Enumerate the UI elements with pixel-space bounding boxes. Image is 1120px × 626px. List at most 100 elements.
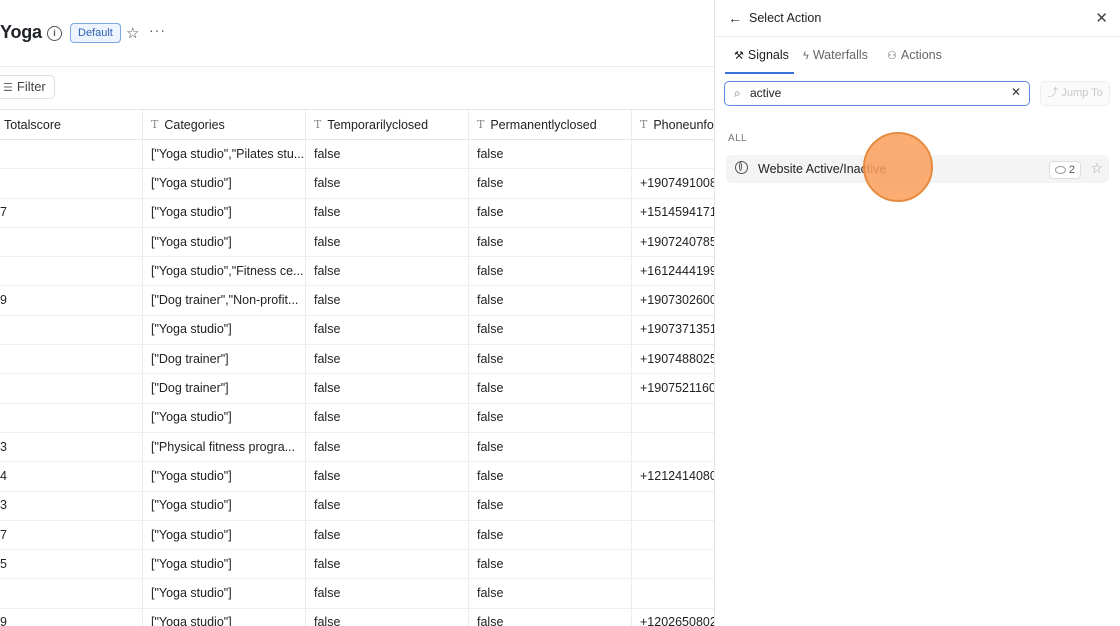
jump-to-button[interactable]: ⤴ Jump To — [1040, 81, 1110, 106]
table-cell[interactable]: +1202650802 — [632, 608, 714, 626]
table-cell[interactable]: +1907240785 — [632, 227, 714, 256]
table-cell[interactable]: false — [306, 344, 469, 374]
table-cell[interactable]: +19073713518 — [632, 315, 714, 344]
table-cell[interactable]: +1612444199 — [632, 256, 714, 285]
table-cell[interactable]: false — [469, 402, 632, 432]
table-row[interactable]: ["Yoga studio"]falsefalse+19073713518 — [0, 314, 714, 346]
table-cell[interactable] — [0, 314, 143, 345]
table-cell[interactable]: false — [469, 168, 632, 198]
table-cell[interactable] — [632, 520, 714, 549]
column-header[interactable]: T Temporarilyclosed — [306, 110, 469, 139]
table-row[interactable]: ["Dog trainer"]falsefalse+19075211606 — [0, 373, 714, 404]
table-cell[interactable]: false — [306, 461, 469, 491]
table-cell[interactable] — [0, 256, 143, 286]
table-cell[interactable]: ["Yoga studio","Fitness ce... — [143, 256, 306, 286]
table-cell[interactable] — [0, 402, 143, 432]
table-cell[interactable]: false — [469, 139, 632, 169]
column-header[interactable]: T Permanentlyclosed — [469, 110, 632, 139]
column-header[interactable]: Totalscore — [0, 110, 143, 139]
back-arrow-icon[interactable]: ← — [728, 10, 742, 26]
table-row[interactable]: 4["Yoga studio"]falsefalse+12124140800 — [0, 461, 714, 492]
table-cell[interactable] — [632, 579, 714, 608]
table-cell[interactable]: false — [306, 402, 469, 432]
table-row[interactable]: ["Yoga studio"] false false — [0, 402, 714, 433]
favorite-star-icon[interactable]: ☆ — [1090, 160, 1103, 177]
table-cell[interactable]: false — [306, 607, 469, 626]
table-cell[interactable]: false — [469, 432, 632, 462]
table-cell[interactable]: ["Dog trainer","Non-profit... — [143, 285, 306, 315]
more-options-icon[interactable]: ··· — [149, 22, 166, 38]
table-cell[interactable]: +12124140800 — [632, 461, 714, 490]
info-icon[interactable]: i — [47, 26, 62, 41]
table-row[interactable]: ["Dog trainer"] false false +1907488025 — [0, 344, 714, 375]
table-cell[interactable]: ["Yoga studio"] — [143, 197, 306, 227]
table-cell[interactable]: ["Yoga studio"] — [143, 402, 306, 432]
table-cell[interactable] — [0, 344, 143, 374]
table-cell[interactable]: ["Yoga studio","Pilates stu... — [143, 139, 306, 169]
table-cell[interactable] — [0, 226, 143, 257]
table-cell[interactable]: false — [306, 256, 469, 286]
table-cell[interactable]: ["Yoga studio"] — [143, 578, 306, 608]
table-cell[interactable]: 3 — [0, 490, 143, 520]
table-cell[interactable] — [632, 491, 714, 520]
table-row[interactable]: ["Yoga studio","Fitness ce... false false +… — [0, 256, 714, 287]
table-cell[interactable]: ["Dog trainer"] — [143, 344, 306, 374]
table-cell[interactable]: false — [306, 139, 469, 169]
table-row[interactable]: 7["Yoga studio"]falsefalse+15145941711 — [0, 197, 714, 228]
table-cell[interactable]: 7 — [0, 519, 143, 550]
table-cell[interactable]: 9 — [0, 607, 143, 626]
table-row[interactable]: ["Yoga studio"] false false +1907240785 — [0, 226, 714, 258]
table-cell[interactable]: false — [306, 432, 469, 462]
table-cell[interactable]: false — [469, 607, 632, 626]
table-cell[interactable]: ["Yoga studio"] — [143, 519, 306, 550]
table-row[interactable]: 3 ["Physical fitness progra... false false — [0, 432, 714, 463]
view-badge[interactable]: Default — [70, 23, 121, 43]
table-cell[interactable]: ["Dog trainer"] — [143, 373, 306, 403]
table-cell[interactable]: ["Yoga studio"] — [143, 314, 306, 345]
search-box[interactable]: ⌕ ✕ — [724, 81, 1030, 106]
table-cell[interactable]: false — [306, 168, 469, 198]
table-cell[interactable]: ["Yoga studio"] — [143, 549, 306, 579]
table-cell[interactable]: false — [306, 285, 469, 315]
table-cell[interactable]: +1907488025 — [632, 344, 714, 373]
close-icon[interactable]: ✕ — [1095, 9, 1108, 27]
table-cell[interactable]: false — [306, 519, 469, 550]
table-cell[interactable] — [632, 549, 714, 578]
tab-signals[interactable]: ⚒ Signals — [734, 48, 789, 62]
table-row[interactable]: 9 ["Dog trainer","Non-profit... false false… — [0, 285, 714, 316]
table-cell[interactable]: false — [469, 226, 632, 257]
table-cell[interactable]: ["Physical fitness progra... — [143, 432, 306, 462]
table-row[interactable]: 9 ["Yoga studio"] false false +1202650802 — [0, 607, 714, 626]
table-cell[interactable]: ["Yoga studio"] — [143, 168, 306, 198]
table-cell[interactable]: false — [469, 490, 632, 520]
table-cell[interactable]: ["Yoga studio"] — [143, 461, 306, 491]
table-cell[interactable]: false — [306, 549, 469, 579]
table-cell[interactable]: false — [469, 314, 632, 345]
table-cell[interactable]: false — [306, 373, 469, 403]
table-cell[interactable]: +15145941711 — [632, 198, 714, 227]
table-cell[interactable]: false — [469, 578, 632, 608]
star-icon[interactable]: ☆ — [126, 24, 139, 42]
table-cell[interactable] — [0, 373, 143, 403]
table-cell[interactable]: false — [469, 256, 632, 286]
table-cell[interactable]: +1907491008 — [632, 168, 714, 197]
column-header[interactable]: T Phoneunfo — [632, 110, 714, 139]
table-cell[interactable]: false — [469, 197, 632, 227]
table-cell[interactable] — [632, 403, 714, 432]
result-item-website-active-inactive[interactable]: Website Active/Inactive 2 ☆ — [726, 155, 1109, 183]
table-row[interactable]: 5 ["Yoga studio"] false false — [0, 549, 714, 580]
tab-actions[interactable]: ⚇ Actions — [887, 48, 942, 62]
table-cell[interactable] — [632, 432, 714, 461]
table-cell[interactable]: false — [469, 373, 632, 403]
table-row[interactable]: ["Yoga studio"] false false +1907491008 — [0, 168, 714, 199]
table-row[interactable]: ["Yoga studio","Pilates stu... false false — [0, 139, 714, 170]
clear-search-icon[interactable]: ✕ — [1011, 85, 1021, 99]
table-cell[interactable]: 9 — [0, 285, 143, 315]
table-cell[interactable]: ["Yoga studio"] — [143, 226, 306, 257]
table-row[interactable]: 3 ["Yoga studio"] false false — [0, 490, 714, 521]
table-cell[interactable]: false — [469, 519, 632, 550]
search-input[interactable] — [750, 85, 1000, 101]
table-cell[interactable] — [0, 168, 143, 198]
table-cell[interactable]: 5 — [0, 549, 143, 579]
table-cell[interactable]: ["Yoga studio"] — [143, 607, 306, 626]
